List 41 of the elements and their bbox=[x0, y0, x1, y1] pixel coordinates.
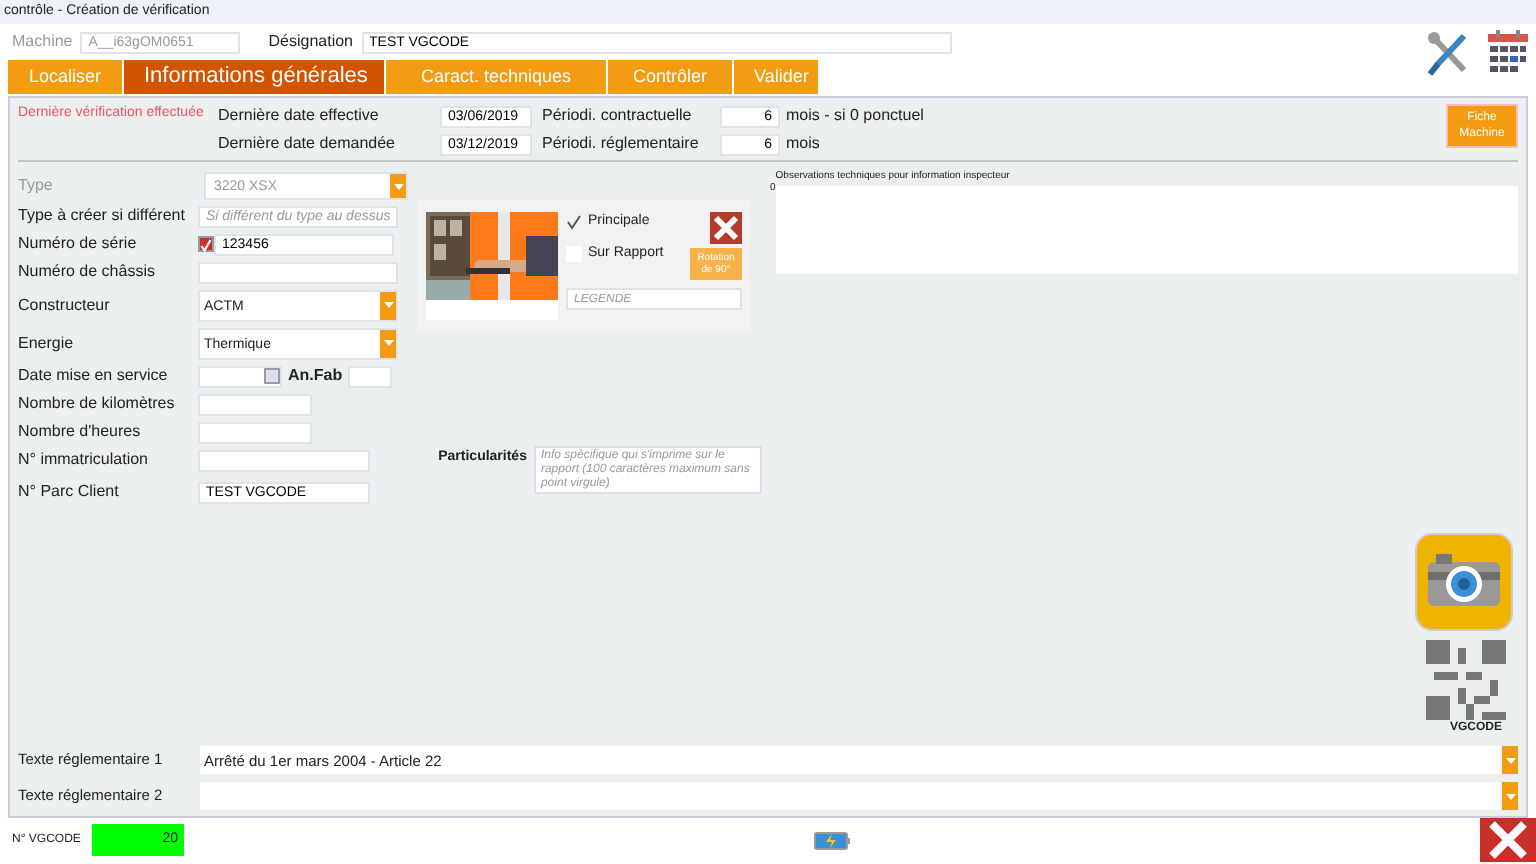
field-label: Nombre de kilomètres bbox=[18, 392, 177, 416]
field-label: Dernière date effective bbox=[218, 104, 381, 128]
field-label: Type à créer si différent bbox=[18, 204, 187, 228]
text-field[interactable] bbox=[198, 393, 312, 415]
tab[interactable]: Informations générales bbox=[124, 60, 384, 94]
text-field[interactable] bbox=[198, 421, 312, 443]
field-label: N° Parc Client bbox=[18, 480, 121, 504]
field-label: Energie bbox=[18, 331, 76, 355]
field-label: Désignation bbox=[268, 30, 353, 54]
checkbox[interactable] bbox=[198, 236, 214, 252]
close-icon[interactable] bbox=[1480, 818, 1536, 862]
delete-icon[interactable] bbox=[710, 212, 742, 244]
field-label: Nombre d'heures bbox=[18, 420, 143, 444]
field-label: Numéro de châssis bbox=[18, 260, 157, 284]
tools-icon[interactable] bbox=[1424, 30, 1472, 78]
date-field[interactable] bbox=[198, 365, 282, 387]
field-label: Périodi. réglementaire bbox=[542, 132, 701, 156]
dropdown-caret-icon[interactable] bbox=[1502, 782, 1518, 810]
field-label: mois bbox=[786, 132, 820, 156]
field-label: Machine bbox=[12, 30, 73, 54]
text-field[interactable] bbox=[348, 365, 393, 387]
text-field[interactable] bbox=[198, 449, 370, 471]
calendar-icon[interactable] bbox=[1488, 30, 1528, 74]
field-label: Dernière date demandée bbox=[218, 132, 398, 156]
text-field[interactable] bbox=[198, 261, 398, 283]
field-label: Date mise en service bbox=[18, 364, 170, 388]
field-label: An.Fab bbox=[288, 364, 343, 388]
dropdown-caret-icon[interactable] bbox=[380, 329, 396, 357]
qr-code-icon bbox=[1426, 640, 1506, 720]
select-field[interactable] bbox=[200, 782, 1518, 810]
field-label: Constructeur bbox=[18, 293, 112, 317]
field-label: N° immatriculation bbox=[18, 448, 150, 472]
field-label: Numéro de série bbox=[18, 232, 139, 256]
field-label: Périodi. contractuelle bbox=[542, 104, 694, 128]
camera-icon[interactable] bbox=[1414, 532, 1514, 632]
battery-icon bbox=[814, 831, 850, 849]
field-label: mois - si 0 ponctuel bbox=[786, 104, 924, 128]
check-icon[interactable] bbox=[566, 214, 582, 231]
dropdown-caret-icon[interactable] bbox=[1502, 746, 1518, 774]
field-label: Type bbox=[18, 174, 55, 198]
dropdown-caret-icon[interactable] bbox=[380, 291, 396, 319]
